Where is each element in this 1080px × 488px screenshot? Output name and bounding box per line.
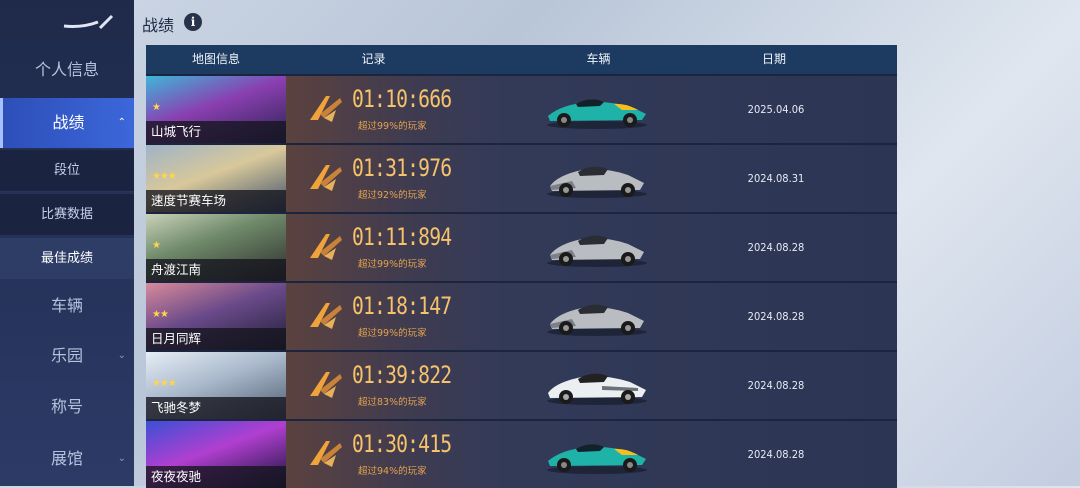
chevron-up-icon: ⌃ xyxy=(117,117,126,128)
table-row[interactable]: 夜夜夜驰 01:30:415 超过94%的玩家 2024.08.28 xyxy=(146,419,897,488)
sidebar-subitem-label: 段位 xyxy=(53,163,80,178)
column-header-record: 记录 xyxy=(361,52,386,66)
percentile-text: 超过99%的玩家 xyxy=(358,121,427,132)
map-thumbnail: 夜夜夜驰 xyxy=(146,421,286,488)
percentile-text: 超过83%的玩家 xyxy=(358,397,427,408)
table-row[interactable]: ★ 舟渡江南 01:11:894 超过99%的玩家 2024.08.28 xyxy=(146,212,897,281)
map-name: 舟渡江南 xyxy=(146,259,286,281)
map-thumbnail: ★ 山城飞行 xyxy=(146,76,286,143)
star-icon: ★★★ xyxy=(152,378,177,389)
car-silver-hypercar-icon xyxy=(542,157,652,201)
column-header-car: 车辆 xyxy=(586,52,611,66)
rank-badge-icon xyxy=(306,90,344,128)
record-date: 2024.08.28 xyxy=(747,448,805,461)
sidebar-item-records[interactable]: 战绩 ⌃ xyxy=(0,98,134,148)
map-name: 日月同辉 xyxy=(146,328,286,350)
table-header: 地图信息 记录 车辆 日期 xyxy=(146,45,897,74)
record-date: 2024.08.28 xyxy=(747,379,805,392)
car-teal-racer-icon xyxy=(542,433,652,477)
record-time: 01:30:415 xyxy=(352,430,452,458)
car-silver-hypercar-icon xyxy=(542,226,652,270)
map-thumbnail: ★ 舟渡江南 xyxy=(146,214,286,281)
column-header-date: 日期 xyxy=(761,52,786,66)
star-icon: ★ xyxy=(152,240,161,251)
map-thumbnail: ★★ 日月同辉 xyxy=(146,283,286,350)
record-date: 2024.08.28 xyxy=(747,241,805,254)
sidebar-item-label: 个人信息 xyxy=(34,60,99,79)
sidebar: 个人信息 战绩 ⌃ 段位 比赛数据 最佳成绩 车辆 乐园 ⌄ 称号 展馆 ⌄ xyxy=(0,0,134,486)
percentile-text: 超过99%的玩家 xyxy=(358,328,427,339)
table-row[interactable]: ★ 山城飞行 01:10:666 超过99%的玩家 2025.04.06 xyxy=(146,74,897,143)
sidebar-item-label: 称号 xyxy=(50,397,83,416)
record-time: 01:18:147 xyxy=(352,292,452,320)
percentile-text: 超过92%的玩家 xyxy=(358,190,427,201)
table-row[interactable]: ★★ 日月同辉 01:18:147 超过99%的玩家 2024.08.28 xyxy=(146,281,897,350)
map-name: 夜夜夜驰 xyxy=(146,466,286,488)
map-name: 山城飞行 xyxy=(146,121,286,143)
car-white-hypercar-icon xyxy=(542,364,652,408)
record-date: 2024.08.31 xyxy=(747,172,805,185)
sidebar-item-profile[interactable]: 个人信息 xyxy=(0,47,134,93)
map-name: 速度节赛车场 xyxy=(146,190,286,212)
table-row[interactable]: ★★★ 飞驰冬梦 01:39:822 超过83%的玩家 2024.08.28 xyxy=(146,350,897,419)
record-date: 2025.04.06 xyxy=(747,103,805,116)
record-time: 01:39:822 xyxy=(352,361,452,389)
rank-badge-icon xyxy=(306,228,344,266)
car-silver-hypercar-icon xyxy=(542,295,652,339)
star-icon: ★ xyxy=(152,102,161,113)
rank-badge-icon xyxy=(306,435,344,473)
record-time: 01:11:894 xyxy=(352,223,452,251)
car-teal-racer-icon xyxy=(542,88,652,132)
map-name: 飞驰冬梦 xyxy=(146,397,286,419)
column-header-map: 地图信息 xyxy=(191,52,240,66)
sidebar-subitem-best-results[interactable]: 最佳成绩 xyxy=(0,238,134,280)
rank-badge-icon xyxy=(306,366,344,404)
chevron-down-icon: ⌄ xyxy=(117,350,126,361)
sidebar-item-titles[interactable]: 称号 xyxy=(0,384,134,430)
page-title: 战绩 xyxy=(142,16,175,35)
record-date: 2024.08.28 xyxy=(747,310,805,323)
sidebar-item-label: 乐园 xyxy=(50,346,83,365)
star-icon: ★★ xyxy=(152,309,169,320)
logo-icon xyxy=(63,14,114,30)
records-table: 地图信息 记录 车辆 日期 ★ 山城飞行 01:10:666 超过99%的玩家 2025… xyxy=(146,45,897,488)
rank-badge-icon xyxy=(306,297,344,335)
info-icon[interactable]: i xyxy=(184,13,202,31)
record-time: 01:10:666 xyxy=(352,85,452,113)
sidebar-item-label: 战绩 xyxy=(52,113,85,132)
sidebar-item-park[interactable]: 乐园 ⌄ xyxy=(0,333,134,379)
sidebar-item-vehicles[interactable]: 车辆 xyxy=(0,283,134,329)
sidebar-item-gallery[interactable]: 展馆 ⌄ xyxy=(0,436,134,482)
map-thumbnail: ★★★ 飞驰冬梦 xyxy=(146,352,286,419)
percentile-text: 超过99%的玩家 xyxy=(358,259,427,270)
sidebar-item-label: 展馆 xyxy=(50,449,83,468)
record-time: 01:31:976 xyxy=(352,154,452,182)
sidebar-item-label: 车辆 xyxy=(50,296,83,315)
sidebar-subitem-match-data[interactable]: 比赛数据 xyxy=(0,194,134,236)
chevron-down-icon: ⌄ xyxy=(117,453,126,464)
star-icon: ★★★ xyxy=(152,171,177,182)
rank-badge-icon xyxy=(306,159,344,197)
table-row[interactable]: ★★★ 速度节赛车场 01:31:976 超过92%的玩家 2024.08.31 xyxy=(146,143,897,212)
sidebar-subitem-rank[interactable]: 段位 xyxy=(0,150,134,192)
sidebar-subitem-label: 比赛数据 xyxy=(40,207,93,222)
sidebar-subitem-label: 最佳成绩 xyxy=(40,251,93,266)
map-thumbnail: ★★★ 速度节赛车场 xyxy=(146,145,286,212)
percentile-text: 超过94%的玩家 xyxy=(358,466,427,477)
